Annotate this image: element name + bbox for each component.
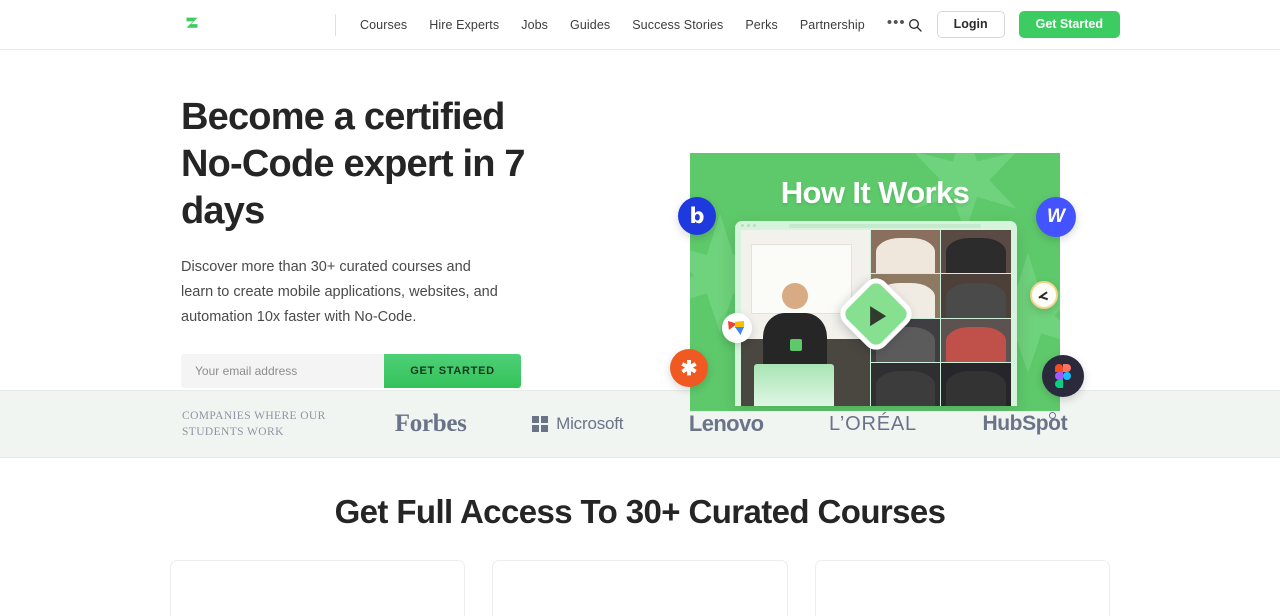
hero-section: Become a certified No-Code expert in 7 d… (0, 50, 1280, 411)
companies-band-label: COMPANIES WHERE OUR STUDENTS WORK (182, 410, 326, 438)
header-actions: Login Get Started (907, 11, 1120, 38)
site-header: Courses Hire Experts Jobs Guides Success… (0, 0, 1280, 50)
video-tile (941, 318, 1011, 362)
companies-logos: Forbes Microsoft Lenovo L’ORÉAL HubSpot (342, 410, 1280, 438)
hero-media: How It Works b W ✱ (670, 153, 1084, 411)
browser-dot (741, 224, 744, 227)
microsoft-grid-icon (532, 416, 549, 432)
zapier-glyph: ✱ (680, 357, 698, 380)
course-cards (170, 560, 1110, 616)
zerotocode-logo[interactable] (179, 12, 205, 38)
microsoft-label: Microsoft (556, 414, 624, 433)
nav-more-icon[interactable]: ••• (887, 15, 906, 31)
browser-dot (747, 224, 750, 227)
page-title: Become a certified No-Code expert in 7 d… (181, 96, 526, 232)
browser-url-bar (789, 223, 981, 228)
search-icon[interactable] (907, 17, 923, 33)
bubble-glyph: b (689, 204, 705, 228)
figma-glyph (1054, 364, 1072, 388)
video-tile (941, 230, 1011, 274)
hero-subtitle: Discover more than 30+ curated courses a… (181, 259, 498, 325)
bubble-icon[interactable]: b (678, 197, 716, 235)
signup-form: GET STARTED (181, 354, 521, 388)
section-title: Get Full Access To 30+ Curated Courses (334, 493, 946, 530)
course-card-2[interactable] (492, 560, 788, 616)
video-tile (941, 274, 1011, 318)
nav-item-perks[interactable]: Perks (745, 18, 777, 32)
nav-item-partnership[interactable]: Partnership (800, 18, 865, 32)
nav-item-jobs[interactable]: Jobs (521, 18, 548, 32)
video-tile (941, 362, 1011, 406)
get-started-button[interactable]: Get Started (1018, 11, 1120, 38)
forbes-logo: Forbes (394, 410, 467, 437)
airtable-glyph (1037, 288, 1051, 302)
figma-icon[interactable] (1042, 355, 1084, 397)
course-card-1[interactable] (170, 560, 466, 616)
hubspot-logo: HubSpot (982, 412, 1068, 436)
glide-glyph (728, 321, 746, 335)
hero-submit-button[interactable]: GET STARTED (384, 354, 521, 388)
companies-band: COMPANIES WHERE OUR STUDENTS WORK Forbes… (0, 390, 1280, 458)
hero-copy: Become a certified No-Code expert in 7 d… (181, 50, 581, 390)
main-navigation: Courses Hire Experts Jobs Guides Success… (360, 15, 906, 32)
browser-chrome (735, 221, 1017, 230)
nav-item-success-stories[interactable]: Success Stories (632, 18, 723, 32)
video-tile (870, 362, 941, 406)
login-button[interactable]: Login (936, 11, 1005, 38)
nav-item-courses[interactable]: Courses (360, 18, 407, 32)
webflow-icon[interactable]: W (1036, 197, 1076, 237)
courses-section: Get Full Access To 30+ Curated Courses (0, 458, 1280, 616)
how-it-works-caption: How It Works (780, 175, 970, 210)
nav-item-guides[interactable]: Guides (570, 18, 610, 32)
browser-dot (753, 224, 756, 227)
course-card-3[interactable] (814, 560, 1110, 616)
video-browser-frame (735, 221, 1017, 406)
airtable-icon[interactable] (1030, 281, 1058, 309)
zapier-icon[interactable]: ✱ (670, 349, 708, 387)
glide-icon[interactable] (722, 313, 752, 343)
lenovo-logo: Lenovo (688, 411, 764, 436)
email-input[interactable] (181, 354, 384, 388)
loreal-logo: L’ORÉAL (829, 412, 917, 435)
webflow-glyph: W (1047, 206, 1065, 227)
microsoft-logo: Microsoft (532, 414, 623, 434)
nav-item-hire-experts[interactable]: Hire Experts (429, 18, 499, 32)
video-tile (870, 230, 941, 274)
how-it-works-card: How It Works (690, 153, 1060, 411)
nav-divider (335, 13, 336, 36)
